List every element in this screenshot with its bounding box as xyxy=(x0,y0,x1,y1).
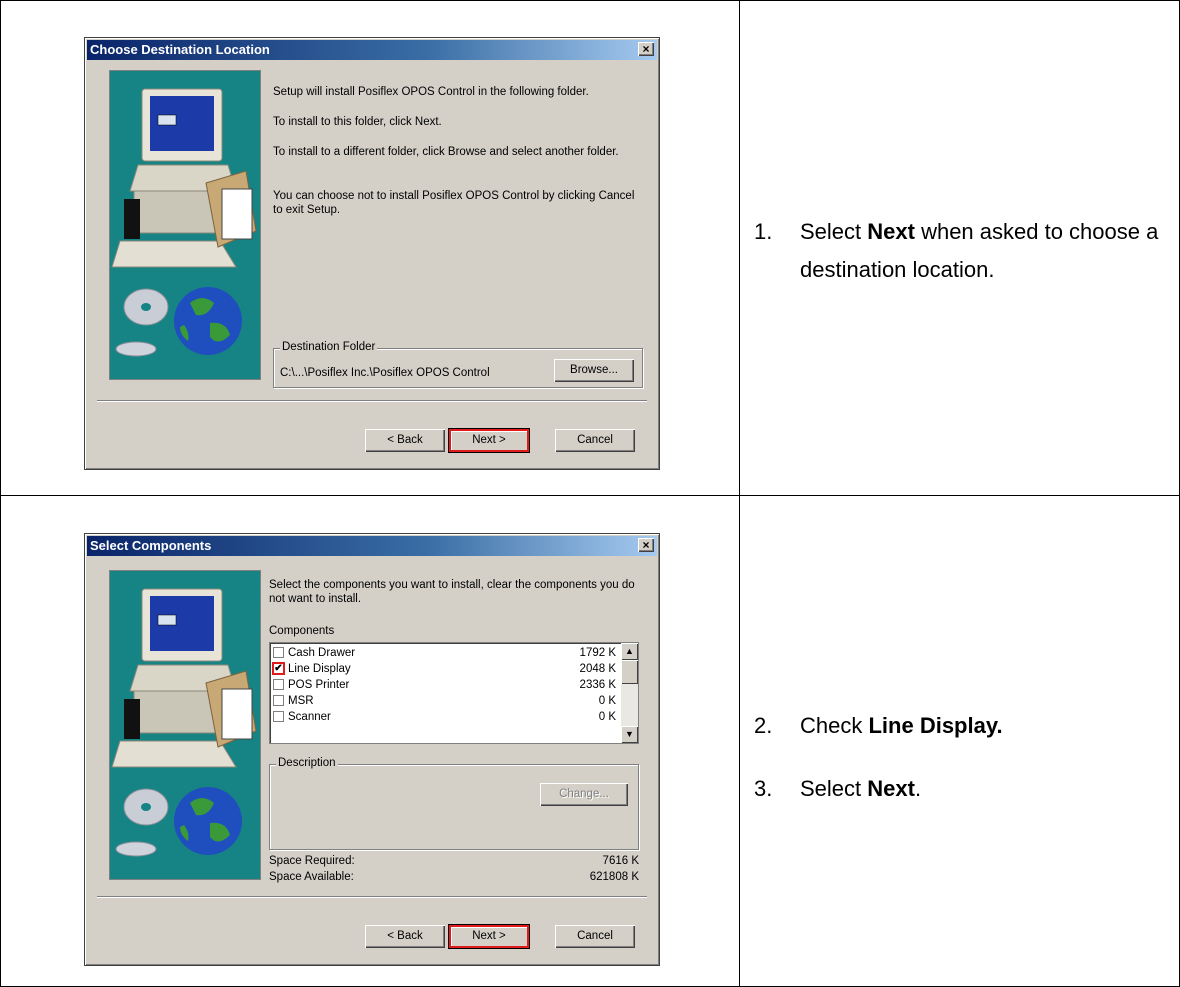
intro-paragraph-2: To install to this folder, click Next. xyxy=(273,116,442,128)
component-size: 2336 K xyxy=(579,679,616,691)
component-checkbox[interactable]: ✔ xyxy=(272,662,285,675)
description-label: Description xyxy=(276,757,338,769)
space-available-value: 621808 K xyxy=(589,871,639,883)
intro-paragraph-3: To install to a different folder, click … xyxy=(273,146,619,158)
components-rows: Cash Drawer 1792 K ✔ Line Display 2048 K POS … xyxy=(270,645,620,725)
dialog-title: Choose Destination Location xyxy=(90,42,270,57)
component-name: Cash Drawer xyxy=(288,647,356,659)
browse-button[interactable]: Browse... xyxy=(554,359,634,382)
dialog-title: Select Components xyxy=(90,538,212,553)
dialog-separator xyxy=(97,400,647,402)
scroll-up-icon[interactable]: ▲ xyxy=(621,643,638,660)
space-required-value: 7616 K xyxy=(602,855,639,867)
component-row[interactable]: MSR 0 K xyxy=(270,693,620,709)
component-size: 1792 K xyxy=(579,647,616,659)
computer-illustration-icon xyxy=(110,571,260,879)
component-row[interactable]: POS Printer 2336 K xyxy=(270,677,620,693)
close-icon[interactable]: × xyxy=(638,42,654,56)
step-3-instruction: 3. Select Next. xyxy=(754,770,1174,808)
scroll-thumb[interactable] xyxy=(621,660,638,684)
step-text: Check Line Display. xyxy=(800,713,1003,738)
component-checkbox[interactable] xyxy=(273,647,284,658)
components-scrollbar[interactable]: ▲ ▼ xyxy=(621,643,638,743)
description-group: Description Change... xyxy=(269,757,639,850)
next-button[interactable]: Next > xyxy=(448,428,530,453)
step-number: 3. xyxy=(754,776,773,801)
components-label: Components xyxy=(269,625,335,637)
dialog-titlebar: Choose Destination Location × xyxy=(87,40,657,60)
intro-text: Select the components you want to instal… xyxy=(269,579,635,605)
component-name: Scanner xyxy=(288,711,331,723)
setup-artwork xyxy=(109,70,261,380)
computer-illustration-icon xyxy=(110,71,260,379)
component-checkbox[interactable] xyxy=(273,679,284,690)
change-button[interactable]: Change... xyxy=(540,783,628,806)
dialog-separator xyxy=(97,896,647,898)
components-list[interactable]: Cash Drawer 1792 K ✔ Line Display 2048 K POS … xyxy=(269,642,639,744)
destination-folder-path: C:\...\Posiflex Inc.\Posiflex OPOS Contr… xyxy=(280,367,490,379)
step-number: 2. xyxy=(754,713,773,738)
component-row[interactable]: Cash Drawer 1792 K xyxy=(270,645,620,661)
scroll-down-icon[interactable]: ▼ xyxy=(621,726,638,743)
step-number: 1. xyxy=(754,219,773,244)
destination-folder-group: Destination Folder C:\...\Posiflex Inc.\… xyxy=(273,341,643,388)
close-icon[interactable]: × xyxy=(638,538,654,552)
setup-artwork xyxy=(109,570,261,880)
destination-folder-label: Destination Folder xyxy=(280,341,378,353)
cancel-button[interactable]: Cancel xyxy=(555,925,635,948)
step-text: Select Next. xyxy=(800,776,922,801)
component-size: 0 K xyxy=(598,711,616,723)
component-checkbox[interactable] xyxy=(273,711,284,722)
select-components-dialog: Select Components × Select the component… xyxy=(84,533,660,966)
step-2-instruction: 2. Check Line Display. xyxy=(754,707,1174,745)
intro-paragraph-1: Setup will install Posiflex OPOS Control… xyxy=(273,86,589,98)
component-size: 0 K xyxy=(598,695,616,707)
intro-paragraph-4: You can choose not to install Posiflex O… xyxy=(273,190,635,216)
choose-destination-dialog: Choose Destination Location × Setup will… xyxy=(84,37,660,470)
back-button[interactable]: < Back xyxy=(365,925,445,948)
step-text: Select Next when asked to choose a desti… xyxy=(800,219,1159,282)
back-button[interactable]: < Back xyxy=(365,429,445,452)
component-name: Line Display xyxy=(288,663,351,675)
step-1-instruction: 1. Select Next when asked to choose a de… xyxy=(754,213,1174,289)
component-checkbox[interactable] xyxy=(273,695,284,706)
cancel-button[interactable]: Cancel xyxy=(555,429,635,452)
component-row[interactable]: Scanner 0 K xyxy=(270,709,620,725)
component-size: 2048 K xyxy=(579,663,616,675)
next-button[interactable]: Next > xyxy=(448,924,530,949)
component-name: MSR xyxy=(288,695,314,707)
space-available-label: Space Available: xyxy=(269,871,354,883)
component-name: POS Printer xyxy=(288,679,350,691)
space-required-label: Space Required: xyxy=(269,855,355,867)
component-row[interactable]: ✔ Line Display 2048 K xyxy=(270,661,620,677)
dialog-titlebar: Select Components × xyxy=(87,536,657,556)
